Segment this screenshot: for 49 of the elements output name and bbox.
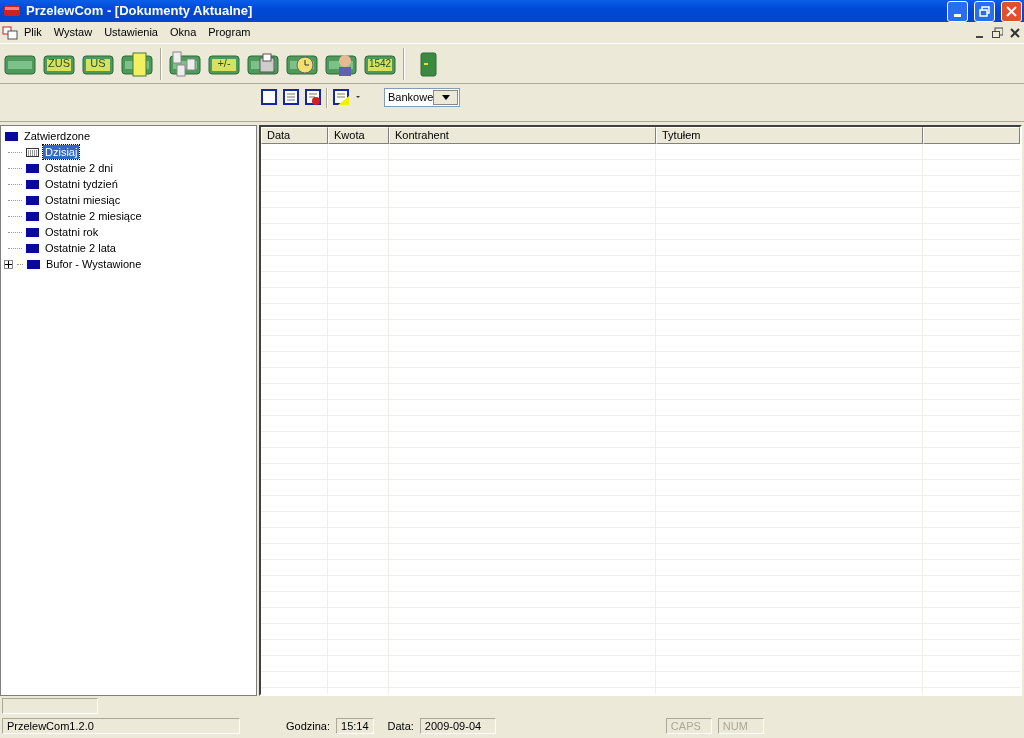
close-icon [1009,26,1021,39]
menu-item[interactable]: Wystaw [47,24,99,41]
menu-item[interactable]: Okna [163,24,203,41]
date-field: 2009-09-04 [419,718,496,734]
new-icon[interactable] [260,88,278,106]
menu-item[interactable]: Program [202,24,257,41]
calendar-icon [26,147,39,157]
close-icon [1006,5,1017,17]
tree-item[interactable]: Ostatni tydzień [43,177,120,191]
filter-select[interactable]: Bankowe [384,88,460,107]
restore-icon [979,5,990,17]
minimize-icon [954,13,961,17]
time-field: 15:14 [336,718,374,734]
status-label: Data: [387,718,414,734]
status-text: PrzelewCom1.2.0 [2,718,240,734]
list-icon[interactable] [282,88,300,106]
tree-item[interactable]: Ostatni miesiąc [43,193,123,207]
close-button[interactable] [1001,0,1022,22]
close-button[interactable] [1008,25,1022,40]
restore-icon [991,26,1003,39]
tree-item[interactable]: Ostatnie 2 miesiące [43,209,144,223]
restore-button[interactable] [990,25,1004,40]
minimize-icon [975,36,983,38]
delete-icon[interactable] [304,88,322,106]
tree-item[interactable]: Ostatni rok [43,225,101,239]
toolbar-button[interactable] [169,50,201,77]
menu-item[interactable]: Plik [18,24,48,41]
window-title: PrzelewCom - [Dokumenty Aktualne] [26,2,254,21]
key-indicator: NUM [717,718,764,734]
status-label: Godzina: [286,718,331,734]
tree-item[interactable]: Bufor - Wystawione [44,257,144,271]
toolbar-button[interactable] [121,50,153,77]
filter-dropdown-icon[interactable] [332,88,362,106]
tree-item[interactable]: Ostatnie 2 dni [43,161,115,175]
tree-item[interactable]: Dzisiaj [43,145,80,159]
tree-item[interactable]: Zatwierdzone [22,129,93,143]
key-indicator: CAPS [665,718,712,734]
column-header[interactable]: Tytułem [656,127,923,144]
column-header[interactable]: Kontrahent [389,127,656,144]
restore-button[interactable] [974,0,995,22]
tree-item[interactable]: Ostatnie 2 lata [43,241,118,255]
document-icon [2,25,18,40]
menu-item[interactable]: Ustawienia [98,24,164,41]
expand-icon[interactable] [4,259,13,269]
minimize-button[interactable] [947,0,968,22]
toolbar-button[interactable] [247,50,279,77]
app-icon [4,5,20,17]
column-header[interactable]: Kwota [328,127,389,144]
column-header[interactable]: Data [261,127,328,144]
